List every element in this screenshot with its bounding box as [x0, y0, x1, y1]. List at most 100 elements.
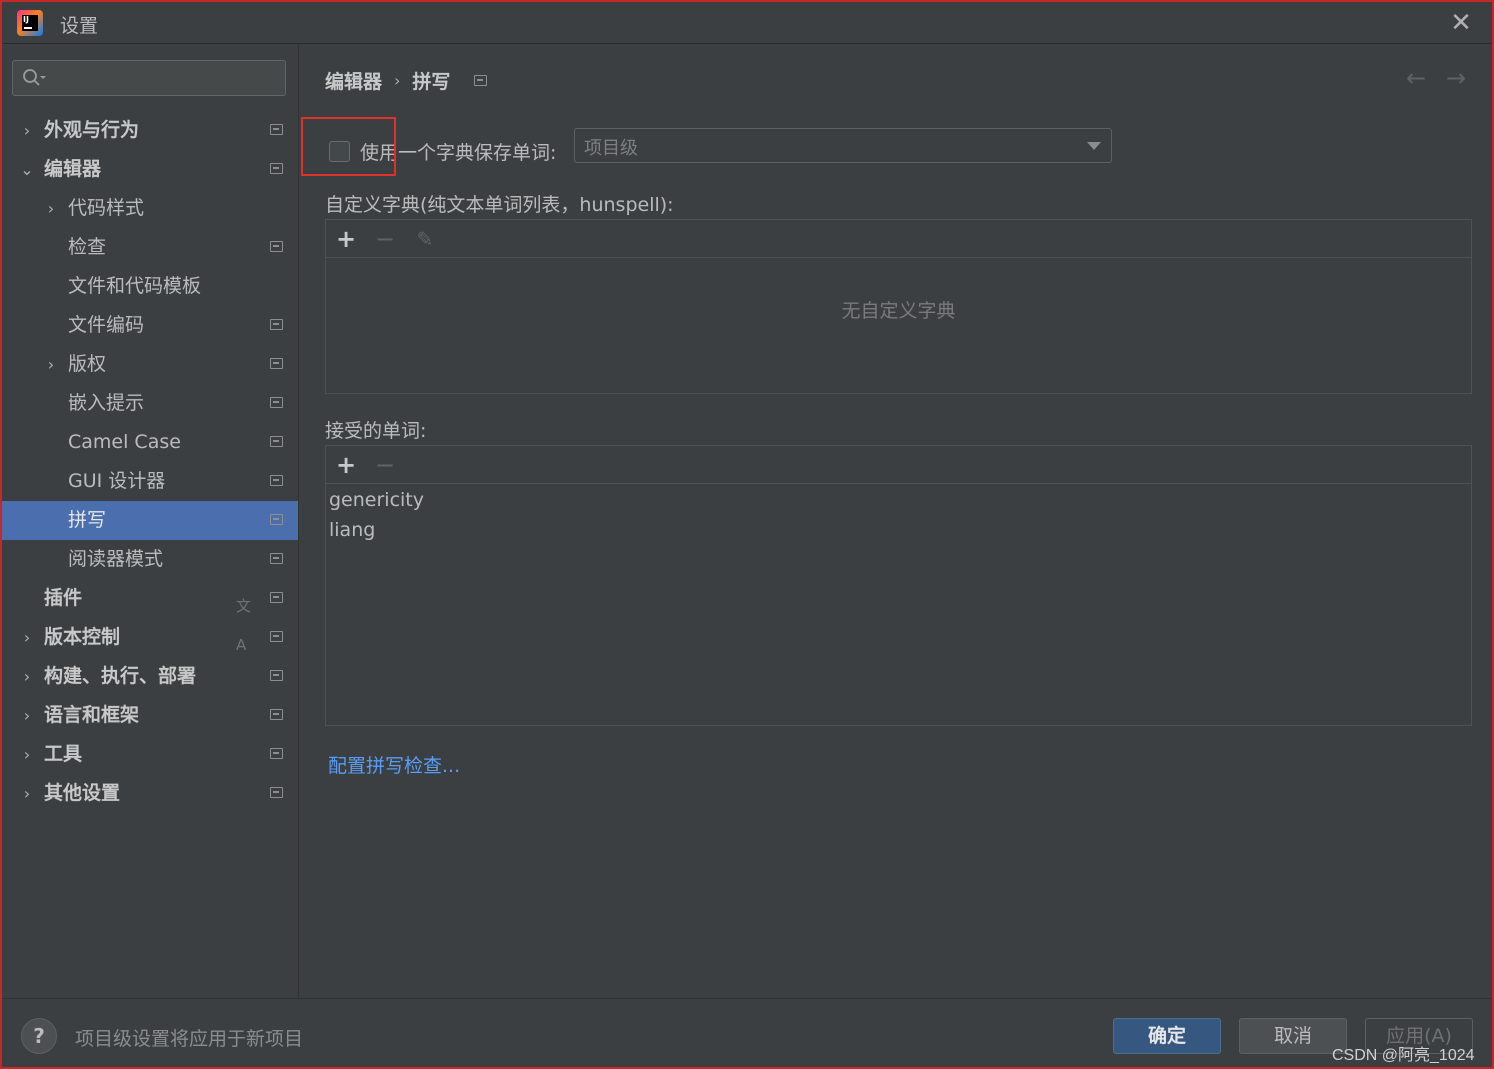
sidebar-item-label: 构建、执行、部署: [44, 665, 197, 687]
sidebar-item[interactable]: 文件编码: [0, 306, 298, 345]
project-scope-icon: [270, 241, 283, 252]
sidebar-item-label: 文件编码: [68, 314, 145, 336]
edit-dictionary-button[interactable]: ✎: [410, 224, 440, 254]
project-scope-icon: [270, 436, 283, 447]
project-scope-icon: [270, 748, 283, 759]
settings-content-panel: 编辑器 › 拼写 ← → 使用一个字典保存单词: 项目级 自定义字典(纯文本单词列表…: [298, 45, 1494, 998]
list-item[interactable]: liang: [329, 519, 375, 541]
sidebar-item-label: 阅读器模式: [68, 548, 164, 570]
title-bar: IJ 设置 ✕: [0, 0, 1494, 44]
sidebar-item[interactable]: 插件 文A: [0, 579, 298, 654]
sidebar-item[interactable]: › 代码样式: [0, 189, 298, 228]
sidebar-item-label: 其他设置: [44, 782, 121, 804]
project-scope-icon: [270, 319, 283, 330]
chevron-right-icon[interactable]: ›: [42, 189, 60, 228]
configure-spellcheck-link[interactable]: 配置拼写检查...: [328, 751, 460, 778]
breadcrumb-parent[interactable]: 编辑器: [325, 67, 382, 94]
sidebar-item-label: 插件: [44, 587, 83, 609]
project-scope-icon: [270, 553, 283, 564]
sidebar-item[interactable]: 嵌入提示: [0, 384, 298, 423]
chevron-right-icon[interactable]: ›: [42, 345, 60, 384]
sidebar-item-label: Camel Case: [68, 431, 181, 453]
sidebar-item[interactable]: 拼写: [0, 501, 298, 540]
settings-tree: › 外观与行为 ⌄ 编辑器 › 代码样式检查文件和代码模板 文件编码 › 版权嵌入提示 Camel…: [0, 111, 298, 813]
empty-dictionaries-text: 无自定义字典: [841, 300, 956, 322]
chevron-right-icon[interactable]: ›: [18, 696, 36, 735]
dialog-footer: ? 项目级设置将应用于新项目 确定 取消 应用(A) CSDN @阿亮_1024: [0, 998, 1494, 1069]
breadcrumb-current: 拼写: [412, 71, 451, 93]
custom-dictionaries-panel: + − ✎ 无自定义字典: [325, 219, 1472, 394]
dropdown-value: 项目级: [584, 138, 638, 159]
project-scope-icon: [270, 631, 283, 642]
settings-search-box[interactable]: [12, 60, 286, 96]
project-scope-icon: [270, 397, 283, 408]
back-arrow-icon[interactable]: ←: [1401, 63, 1431, 93]
window-title: 设置: [60, 15, 99, 37]
chevron-down-icon[interactable]: ⌄: [18, 150, 36, 189]
chevron-down-icon: [1087, 142, 1101, 150]
sidebar-item-label: 编辑器: [44, 158, 102, 180]
custom-dictionaries-label: 自定义字典(纯文本单词列表，hunspell):: [325, 194, 674, 216]
breadcrumb: 编辑器 › 拼写: [325, 67, 488, 97]
sidebar-item-label: 拼写: [68, 509, 107, 531]
add-word-button[interactable]: +: [331, 450, 361, 480]
sidebar-item[interactable]: 文件和代码模板: [0, 267, 298, 306]
chevron-right-icon[interactable]: ›: [18, 618, 36, 657]
sidebar-item[interactable]: GUI 设计器: [0, 462, 298, 501]
sidebar-item-label: 版权: [68, 353, 107, 375]
sidebar-item-label: 嵌入提示: [68, 392, 145, 414]
sidebar-item[interactable]: › 工具: [0, 735, 298, 774]
sidebar-item-label: 代码样式: [68, 197, 145, 219]
use-dictionary-label[interactable]: 使用一个字典保存单词:: [360, 138, 556, 165]
sidebar-item[interactable]: 检查: [0, 228, 298, 267]
intellij-logo-icon: IJ: [17, 10, 43, 36]
sidebar-item[interactable]: 阅读器模式: [0, 540, 298, 579]
forward-arrow-icon[interactable]: →: [1441, 63, 1471, 93]
use-dictionary-checkbox[interactable]: [329, 141, 350, 162]
breadcrumb-separator: ›: [394, 71, 401, 90]
project-scope-icon: [270, 124, 283, 135]
sidebar-item[interactable]: › 其他设置: [0, 774, 298, 813]
add-dictionary-button[interactable]: +: [331, 224, 361, 254]
footer-hint-text: 项目级设置将应用于新项目: [75, 1028, 304, 1050]
sidebar-item[interactable]: ⌄ 编辑器: [0, 150, 298, 189]
ok-button[interactable]: 确定: [1113, 1018, 1221, 1054]
sidebar-item[interactable]: › 语言和框架: [0, 696, 298, 735]
cancel-button[interactable]: 取消: [1239, 1018, 1347, 1054]
sidebar-item[interactable]: › 外观与行为: [0, 111, 298, 150]
custom-dictionaries-toolbar: + − ✎: [326, 220, 1471, 258]
chevron-right-icon[interactable]: ›: [18, 735, 36, 774]
project-scope-icon: [270, 514, 283, 525]
list-item[interactable]: genericity: [329, 489, 424, 511]
sidebar-item[interactable]: › 构建、执行、部署: [0, 657, 298, 696]
search-input[interactable]: [53, 65, 278, 91]
project-scope-icon: [270, 358, 283, 369]
sidebar-item-label: 外观与行为: [44, 119, 140, 141]
project-scope-icon: [270, 163, 283, 174]
remove-word-button[interactable]: −: [370, 450, 400, 480]
remove-dictionary-button[interactable]: −: [370, 224, 400, 254]
project-scope-icon: [270, 670, 283, 681]
sidebar-item[interactable]: › 版本控制: [0, 618, 298, 657]
help-button[interactable]: ?: [21, 1018, 57, 1054]
settings-sidebar: › 外观与行为 ⌄ 编辑器 › 代码样式检查文件和代码模板 文件编码 › 版权嵌入提示 Camel…: [0, 45, 298, 998]
chevron-right-icon[interactable]: ›: [18, 774, 36, 813]
chevron-right-icon[interactable]: ›: [18, 111, 36, 150]
chevron-right-icon[interactable]: ›: [18, 657, 36, 696]
translate-icon: 文A: [236, 597, 252, 654]
sidebar-item[interactable]: Camel Case: [0, 423, 298, 462]
dictionary-level-dropdown[interactable]: 项目级: [574, 128, 1112, 163]
sidebar-item-label: 版本控制: [44, 626, 121, 648]
close-button[interactable]: ✕: [1446, 8, 1476, 38]
sidebar-item-label: GUI 设计器: [68, 470, 166, 492]
project-scope-icon: [270, 592, 283, 603]
project-scope-icon: [270, 709, 283, 720]
sidebar-item[interactable]: › 版权: [0, 345, 298, 384]
sidebar-item-label: 检查: [68, 236, 107, 258]
accepted-words-panel: + − genericity liang: [325, 445, 1472, 726]
sidebar-item-label: 文件和代码模板: [68, 275, 202, 297]
sidebar-item-label: 工具: [44, 743, 83, 765]
accepted-words-label: 接受的单词:: [325, 420, 427, 442]
accepted-words-toolbar: + −: [326, 446, 1471, 484]
search-icon: [23, 69, 46, 86]
